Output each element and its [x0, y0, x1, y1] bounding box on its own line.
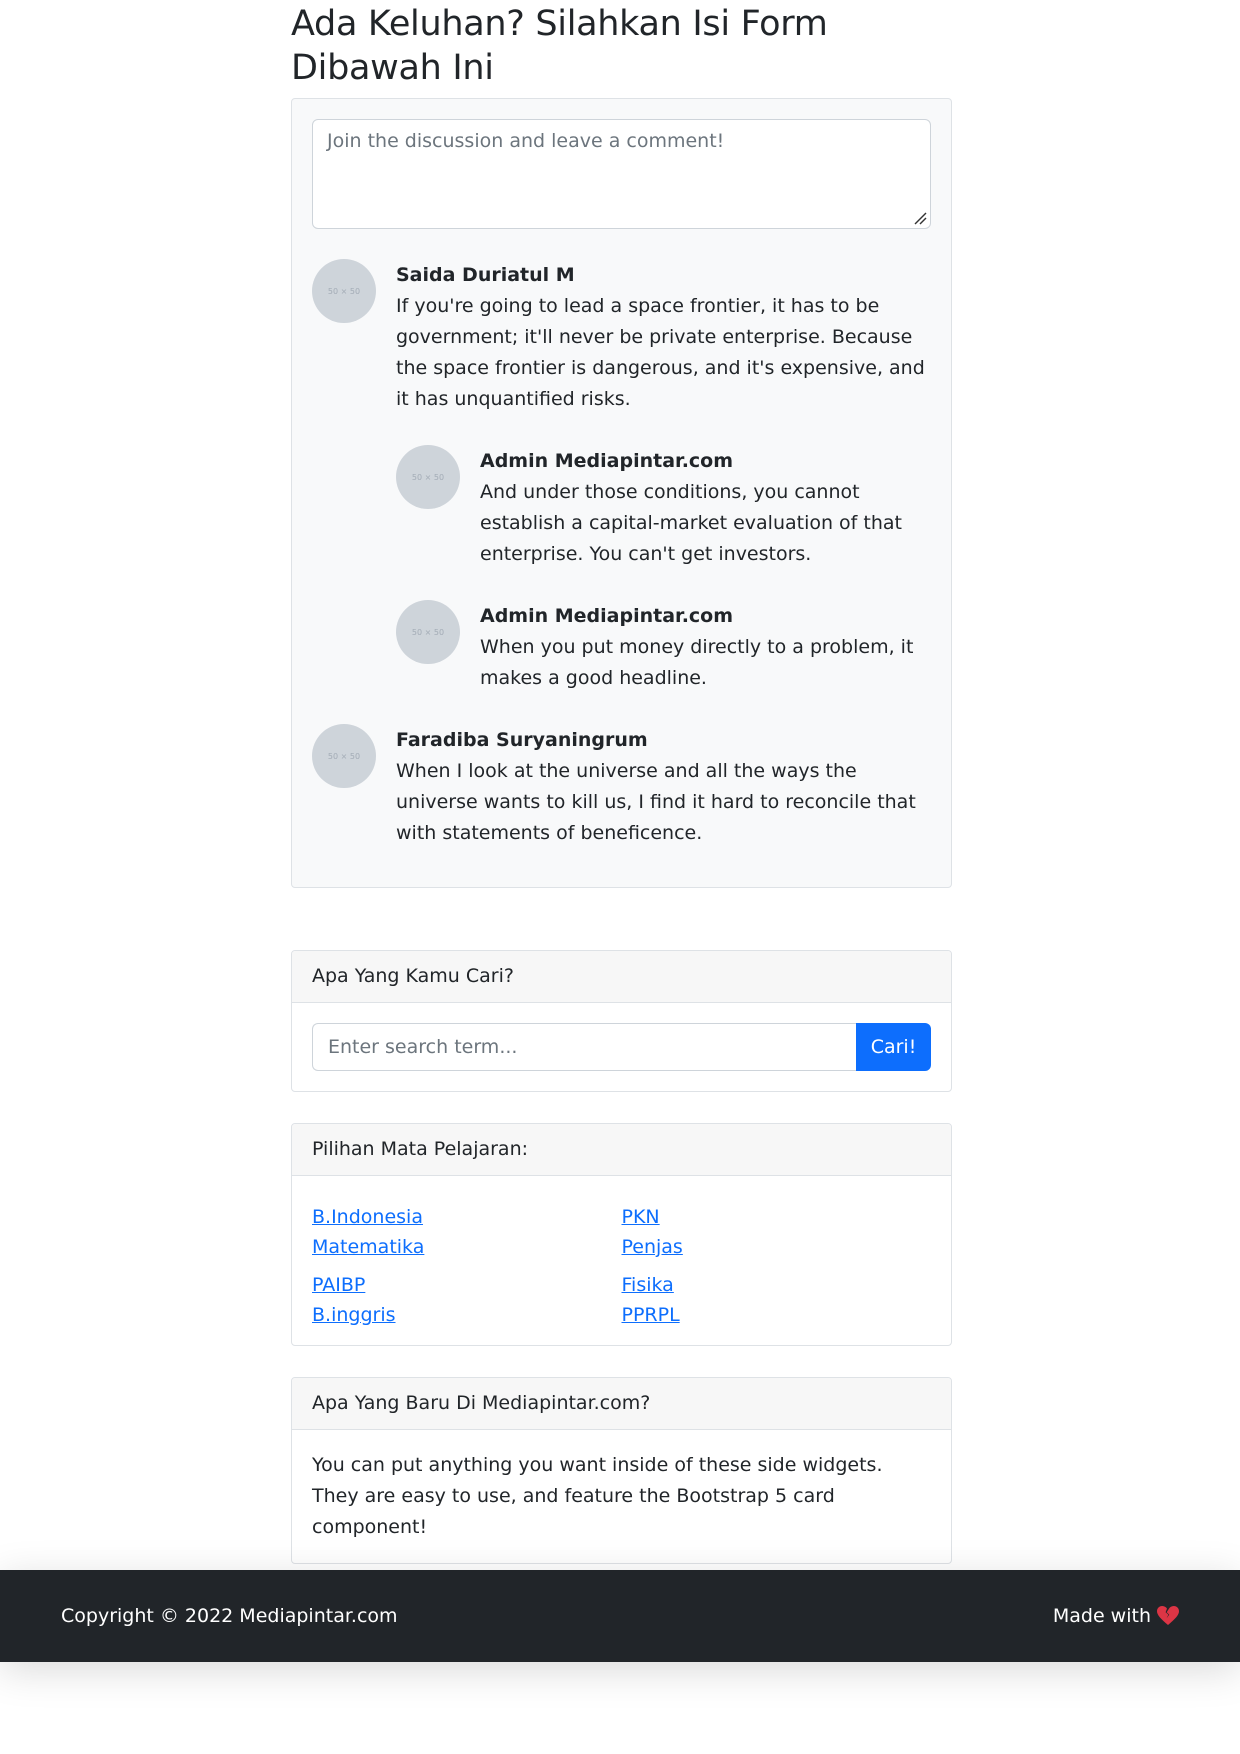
reply-item: 50 × 50 Admin Mediapintar.com When you p…	[396, 600, 931, 694]
news-widget: Apa Yang Baru Di Mediapintar.com? You ca…	[291, 1377, 952, 1564]
reply-author: Admin Mediapintar.com	[480, 605, 734, 627]
main-container: Ada Keluhan? Silahkan Isi Form Dibawah I…	[291, 0, 952, 1564]
footer-copyright: Copyright © 2022 Mediapintar.com	[61, 1605, 398, 1627]
made-with-label: Made with	[1052, 1605, 1151, 1627]
avatar: 50 × 50	[396, 445, 460, 509]
subject-link-pkn[interactable]: PKN	[622, 1206, 660, 1228]
comments-section: 50 × 50 Saida Duriatul M If you're going…	[291, 98, 952, 888]
comment-item: 50 × 50 Saida Duriatul M If you're going…	[312, 259, 931, 724]
subjects-left-column: B.Indonesia Matematika PAIBP B.inggris	[312, 1202, 622, 1330]
reply-text: When you put money directly to a problem…	[480, 636, 914, 689]
site-footer: Copyright © 2022 Mediapintar.com Made wi…	[0, 1570, 1240, 1662]
comment-author: Saida Duriatul M	[396, 264, 575, 286]
subject-link-paibp[interactable]: PAIBP	[312, 1274, 365, 1296]
avatar: 50 × 50	[312, 724, 376, 788]
news-widget-text: You can put anything you want inside of …	[312, 1454, 883, 1538]
comment-item: 50 × 50 Faradiba Suryaningrum When I loo…	[312, 724, 931, 849]
subject-link-pprpl[interactable]: PPRPL	[622, 1304, 680, 1326]
avatar: 50 × 50	[312, 259, 376, 323]
subjects-right-column: PKN Penjas Fisika PPRPL	[622, 1202, 932, 1330]
broken-heart-icon	[1157, 1606, 1179, 1625]
subject-link-fisika[interactable]: Fisika	[622, 1274, 674, 1296]
reply-item: 50 × 50 Admin Mediapintar.com And under …	[396, 445, 931, 570]
avatar: 50 × 50	[396, 600, 460, 664]
comment-text: When I look at the universe and all the …	[396, 760, 916, 844]
resize-handle-icon[interactable]	[912, 210, 928, 226]
subjects-widget-header: Pilihan Mata Pelajaran:	[292, 1124, 951, 1176]
reply-text: And under those conditions, you cannot e…	[480, 481, 902, 565]
comment-text: If you're going to lead a space frontier…	[396, 295, 925, 410]
subjects-widget: Pilihan Mata Pelajaran: B.Indonesia Mate…	[291, 1123, 952, 1346]
reply-author: Admin Mediapintar.com	[480, 450, 734, 472]
comment-textarea-wrapper	[312, 119, 931, 229]
subject-link-matematika[interactable]: Matematika	[312, 1236, 424, 1258]
comment-textarea[interactable]	[312, 119, 931, 229]
search-input-group: Cari!	[312, 1023, 931, 1071]
search-widget: Apa Yang Kamu Cari? Cari!	[291, 950, 952, 1092]
news-widget-header: Apa Yang Baru Di Mediapintar.com?	[292, 1378, 951, 1430]
subject-link-penjas[interactable]: Penjas	[622, 1236, 683, 1258]
page-title: Ada Keluhan? Silahkan Isi Form Dibawah I…	[291, 4, 828, 88]
comment-replies: 50 × 50 Admin Mediapintar.com And under …	[396, 445, 931, 694]
subject-link-b-inggris[interactable]: B.inggris	[312, 1304, 396, 1326]
footer-made-with: Made with	[1053, 1605, 1179, 1627]
comment-author: Faradiba Suryaningrum	[396, 729, 648, 751]
search-widget-header: Apa Yang Kamu Cari?	[292, 951, 951, 1003]
search-button[interactable]: Cari!	[856, 1023, 931, 1071]
search-input[interactable]	[312, 1023, 856, 1071]
subject-link-b-indonesia[interactable]: B.Indonesia	[312, 1206, 423, 1228]
